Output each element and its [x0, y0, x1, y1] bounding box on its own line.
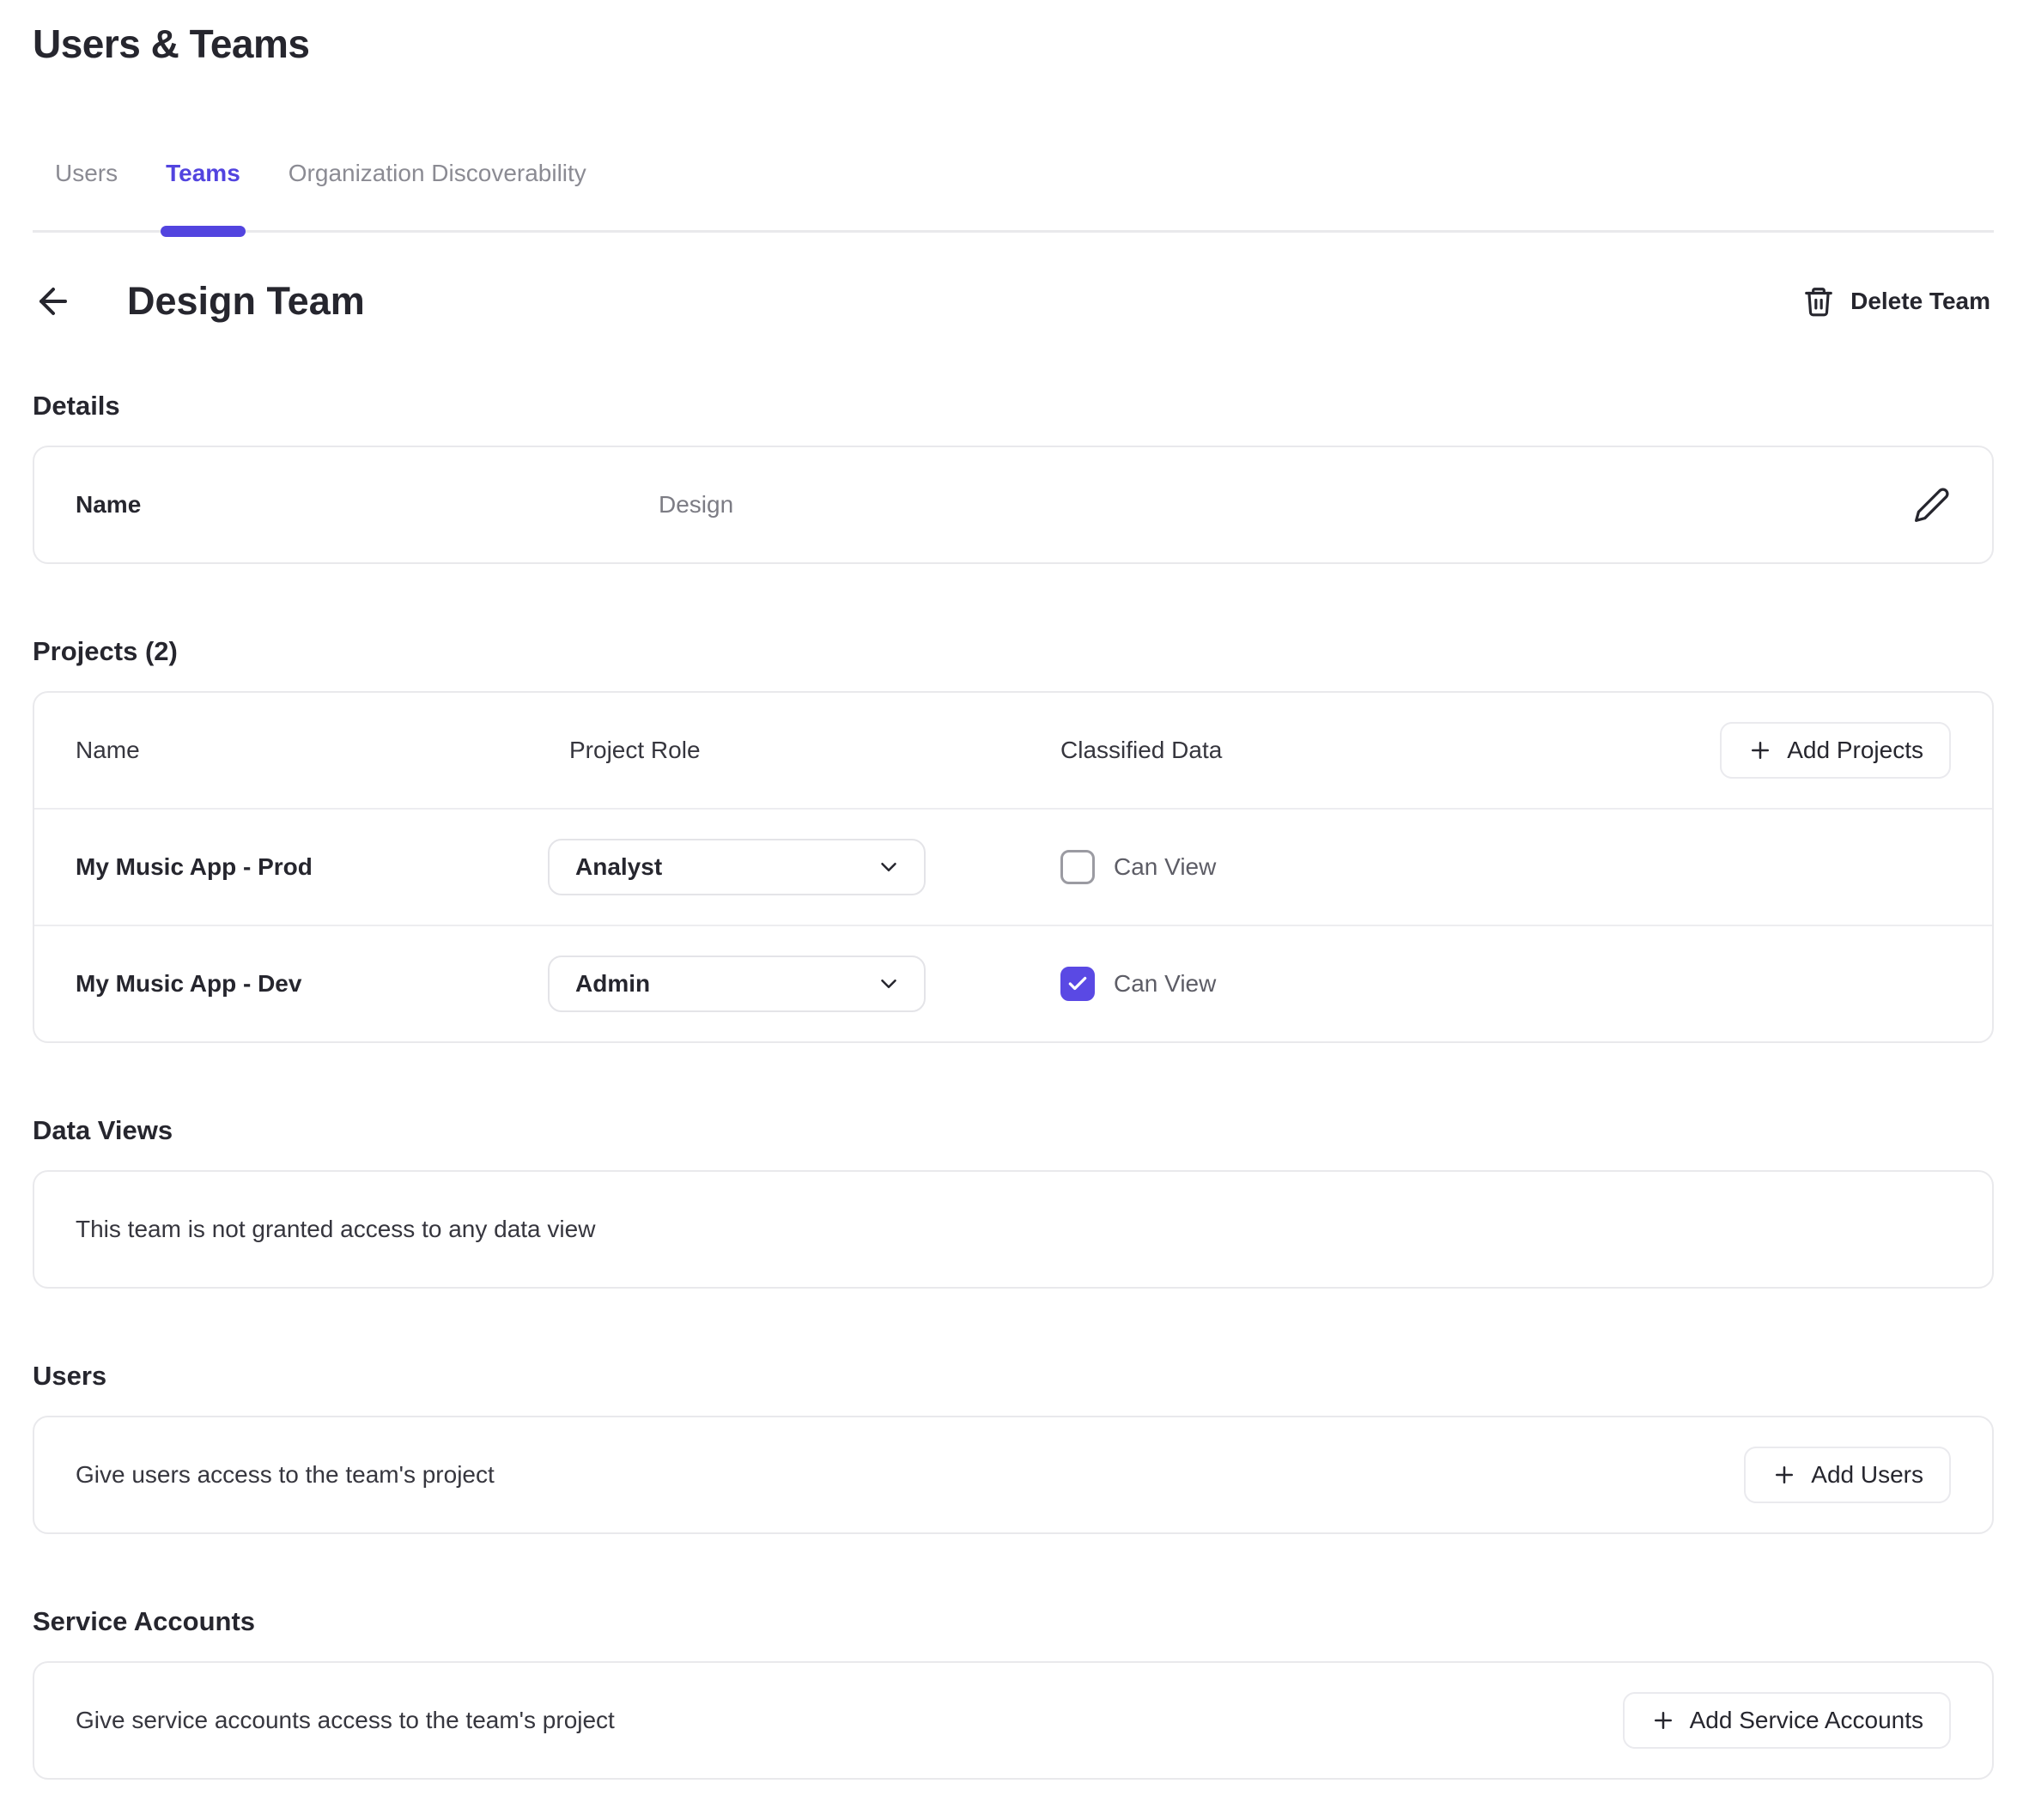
- project-row: My Music App - Dev Admin Can View: [34, 925, 1992, 1041]
- team-title: Design Team: [127, 279, 365, 324]
- can-view-label: Can View: [1114, 970, 1216, 998]
- check-icon: [1066, 973, 1089, 995]
- page: Users & Teams Users Teams Organization D…: [0, 0, 2023, 1780]
- data-views-card: This team is not granted access to any d…: [33, 1170, 1994, 1289]
- tab-users[interactable]: Users: [55, 160, 118, 230]
- delete-team-button[interactable]: Delete Team: [1799, 285, 1994, 318]
- edit-name-button[interactable]: [1913, 486, 1951, 524]
- plus-icon: [1747, 737, 1773, 763]
- trash-icon: [1802, 285, 1835, 318]
- chevron-down-icon: [876, 854, 902, 880]
- can-view-checkbox[interactable]: [1060, 850, 1095, 884]
- column-header-project-role: Project Role: [548, 737, 1060, 764]
- classified-data-cell: Can View: [1060, 967, 1951, 1001]
- users-description: Give users access to the team's project: [76, 1461, 495, 1489]
- project-row: My Music App - Prod Analyst Can View: [34, 808, 1992, 925]
- name-field-value: Design: [659, 491, 1913, 519]
- delete-team-label: Delete Team: [1850, 288, 1990, 315]
- plus-icon: [1771, 1462, 1797, 1488]
- service-accounts-description: Give service accounts access to the team…: [76, 1707, 615, 1734]
- column-header-name: Name: [76, 737, 548, 764]
- name-field-label: Name: [76, 491, 659, 519]
- can-view-label: Can View: [1114, 853, 1216, 881]
- back-button[interactable]: [33, 281, 74, 322]
- add-users-label: Add Users: [1811, 1461, 1923, 1489]
- service-accounts-card: Give service accounts access to the team…: [33, 1661, 1994, 1780]
- pencil-icon: [1913, 486, 1951, 524]
- details-heading: Details: [33, 391, 1994, 422]
- details-card: Name Design: [33, 446, 1994, 564]
- project-role-select[interactable]: Admin: [548, 956, 926, 1012]
- service-accounts-heading: Service Accounts: [33, 1606, 1994, 1637]
- project-name: My Music App - Dev: [76, 970, 548, 998]
- project-role-value: Admin: [575, 970, 650, 998]
- arrow-left-icon: [33, 281, 74, 322]
- add-projects-label: Add Projects: [1787, 737, 1923, 764]
- project-name: My Music App - Prod: [76, 853, 548, 881]
- add-service-accounts-label: Add Service Accounts: [1690, 1707, 1923, 1734]
- project-role-select[interactable]: Analyst: [548, 839, 926, 895]
- projects-heading: Projects (2): [33, 636, 1994, 667]
- tab-organization-discoverability[interactable]: Organization Discoverability: [289, 160, 586, 230]
- users-card: Give users access to the team's project …: [33, 1416, 1994, 1534]
- add-projects-button[interactable]: Add Projects: [1720, 722, 1951, 779]
- add-service-accounts-button[interactable]: Add Service Accounts: [1623, 1692, 1951, 1749]
- add-users-button[interactable]: Add Users: [1744, 1447, 1951, 1503]
- data-views-heading: Data Views: [33, 1115, 1994, 1146]
- tab-bar: Users Teams Organization Discoverability: [33, 160, 1994, 233]
- plus-icon: [1650, 1708, 1676, 1733]
- page-title: Users & Teams: [33, 21, 1994, 67]
- tab-teams[interactable]: Teams: [166, 160, 240, 230]
- chevron-down-icon: [876, 971, 902, 997]
- column-header-classified-data: Classified Data: [1060, 737, 1720, 764]
- data-views-empty-text: This team is not granted access to any d…: [76, 1216, 595, 1243]
- projects-table-header: Name Project Role Classified Data Add Pr…: [34, 693, 1992, 808]
- projects-card: Name Project Role Classified Data Add Pr…: [33, 691, 1994, 1043]
- can-view-checkbox[interactable]: [1060, 967, 1095, 1001]
- users-heading: Users: [33, 1361, 1994, 1392]
- classified-data-cell: Can View: [1060, 850, 1951, 884]
- team-header: Design Team Delete Team: [33, 279, 1994, 324]
- project-role-value: Analyst: [575, 853, 662, 881]
